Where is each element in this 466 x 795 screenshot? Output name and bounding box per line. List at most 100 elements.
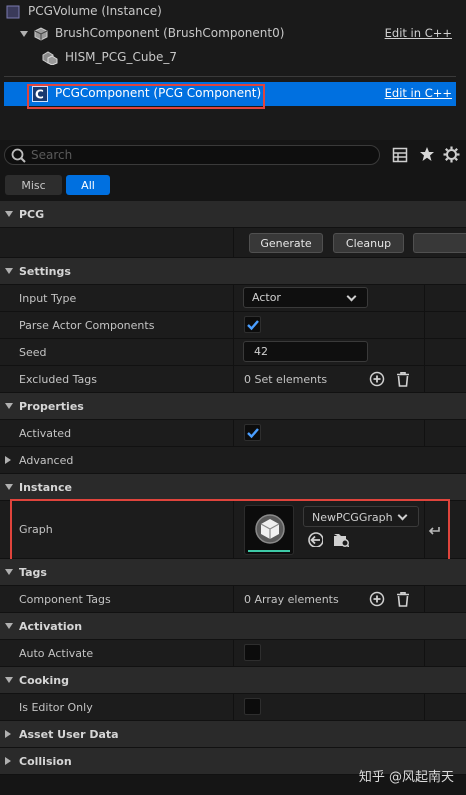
tree-item-hism[interactable]: HISM_PCG_Cube_7 — [0, 46, 466, 70]
collapse-arrow-icon[interactable] — [5, 268, 13, 274]
edit-in-cpp-link[interactable]: Edit in C++ — [385, 26, 452, 40]
section-cooking[interactable]: Cooking — [0, 667, 466, 694]
settings-gear-icon[interactable] — [443, 146, 460, 163]
is-editor-only-checkbox[interactable] — [244, 698, 261, 715]
component-tags-value: 0 Array elements — [244, 593, 339, 606]
collapse-arrow-icon[interactable] — [5, 623, 13, 629]
section-title: Cooking — [19, 674, 69, 687]
trash-icon[interactable] — [395, 371, 411, 387]
graph-asset-select[interactable]: NewPCGGraph — [303, 506, 419, 527]
graph-asset-thumbnail[interactable] — [244, 505, 294, 555]
favorite-star-icon[interactable] — [419, 146, 435, 162]
excluded-tags-value: 0 Set elements — [244, 373, 328, 386]
parse-actor-components-checkbox[interactable] — [244, 316, 261, 333]
section-title: Activation — [19, 620, 83, 633]
auto-activate-checkbox[interactable] — [244, 644, 261, 661]
use-selected-asset-icon[interactable] — [307, 531, 323, 547]
activated-row: Activated — [0, 420, 466, 447]
activated-label: Activated — [19, 427, 72, 440]
collapse-arrow-icon[interactable] — [5, 484, 13, 490]
graph-label: Graph — [19, 523, 53, 536]
trash-icon[interactable] — [395, 591, 411, 607]
svg-text:C: C — [35, 88, 44, 102]
section-settings[interactable]: Settings — [0, 258, 466, 285]
component-tags-row: Component Tags 0 Array elements — [0, 586, 466, 613]
checkmark-icon — [247, 320, 259, 331]
watermark: 知乎 @风起南天 — [358, 770, 454, 785]
excluded-tags-row: Excluded Tags 0 Set elements — [0, 366, 466, 393]
section-title: Tags — [19, 566, 47, 579]
section-activation[interactable]: Activation — [0, 613, 466, 640]
collapse-arrow-icon[interactable] — [5, 677, 13, 683]
actor-icon — [6, 5, 20, 19]
section-title: Asset User Data — [19, 728, 119, 741]
tree-item-pcgcomponent[interactable]: C PCGComponent (PCG Component) Edit in C… — [4, 82, 456, 106]
component-c-icon: C — [32, 86, 48, 102]
seed-value: 42 — [254, 345, 268, 358]
checkmark-icon — [247, 428, 259, 439]
component-tree: PCGVolume (Instance) BrushComponent (Bru… — [0, 0, 466, 140]
input-type-row: Input Type Actor — [0, 285, 466, 312]
reset-to-default-icon[interactable] — [427, 523, 443, 539]
edit-in-cpp-link[interactable]: Edit in C++ — [385, 86, 452, 100]
graph-asset-name: NewPCGGraph — [312, 511, 393, 524]
graph-row: Graph NewPCGGraph — [0, 501, 466, 559]
section-tags[interactable]: Tags — [0, 559, 466, 586]
browse-asset-icon[interactable] — [333, 531, 349, 547]
section-title: Collision — [19, 755, 72, 768]
excluded-tags-label: Excluded Tags — [19, 373, 97, 386]
tree-item-label: PCGComponent (PCG Component) — [55, 86, 262, 100]
section-pcg[interactable]: PCG — [0, 201, 466, 228]
asset-type-bar — [248, 550, 290, 552]
tree-item-label: PCGVolume (Instance) — [28, 4, 162, 18]
tree-item-label: BrushComponent (BrushComponent0) — [55, 26, 285, 40]
input-type-value: Actor — [252, 291, 281, 304]
seed-row: Seed 42 — [0, 339, 466, 366]
section-properties[interactable]: Properties — [0, 393, 466, 420]
collapse-arrow-icon[interactable] — [5, 403, 13, 409]
chevron-down-icon — [397, 510, 408, 521]
brush-component-icon — [34, 27, 48, 41]
auto-activate-label: Auto Activate — [19, 647, 94, 660]
expand-arrow-icon[interactable] — [5, 757, 11, 765]
search-input[interactable]: Search — [4, 145, 380, 165]
pcg-actions-row: Generate Cleanup — [0, 228, 466, 258]
component-tags-label: Component Tags — [19, 593, 111, 606]
section-asset-user-data[interactable]: Asset User Data — [0, 721, 466, 748]
input-type-label: Input Type — [19, 292, 77, 305]
tree-item-brushcomponent[interactable]: BrushComponent (BrushComponent0) Edit in… — [0, 22, 466, 46]
filter-misc[interactable]: Misc — [5, 175, 62, 195]
is-editor-only-row: Is Editor Only — [0, 694, 466, 721]
instanced-mesh-icon — [42, 51, 58, 65]
filter-all[interactable]: All — [66, 175, 110, 195]
chevron-down-icon — [346, 291, 357, 302]
seed-input[interactable]: 42 — [243, 341, 368, 362]
cleanup-button[interactable]: Cleanup — [333, 233, 404, 253]
auto-activate-row: Auto Activate — [0, 640, 466, 667]
add-element-icon[interactable] — [369, 371, 385, 387]
seed-label: Seed — [19, 346, 47, 359]
section-instance[interactable]: Instance — [0, 474, 466, 501]
expand-arrow-icon[interactable] — [20, 30, 29, 38]
activated-checkbox[interactable] — [244, 424, 261, 441]
add-element-icon[interactable] — [369, 591, 385, 607]
expand-arrow-icon[interactable] — [5, 730, 11, 738]
parse-actor-components-row: Parse Actor Components — [0, 312, 466, 339]
more-button[interactable] — [413, 233, 466, 253]
section-title: Properties — [19, 400, 84, 413]
collapse-arrow-icon[interactable] — [5, 569, 13, 575]
tree-item-label: HISM_PCG_Cube_7 — [65, 50, 178, 64]
generate-button[interactable]: Generate — [249, 233, 323, 253]
section-title: PCG — [19, 208, 45, 221]
section-title: Instance — [19, 481, 72, 494]
table-view-icon[interactable] — [392, 147, 408, 163]
parse-actor-components-label: Parse Actor Components — [19, 319, 155, 332]
input-type-select[interactable]: Actor — [243, 287, 368, 308]
tree-item-pcgvolume[interactable]: PCGVolume (Instance) — [0, 0, 466, 24]
is-editor-only-label: Is Editor Only — [19, 701, 93, 714]
advanced-label: Advanced — [19, 454, 74, 467]
advanced-row[interactable]: Advanced — [0, 447, 466, 474]
expand-arrow-icon[interactable] — [5, 456, 11, 464]
collapse-arrow-icon[interactable] — [5, 211, 13, 217]
search-icon — [11, 148, 26, 163]
